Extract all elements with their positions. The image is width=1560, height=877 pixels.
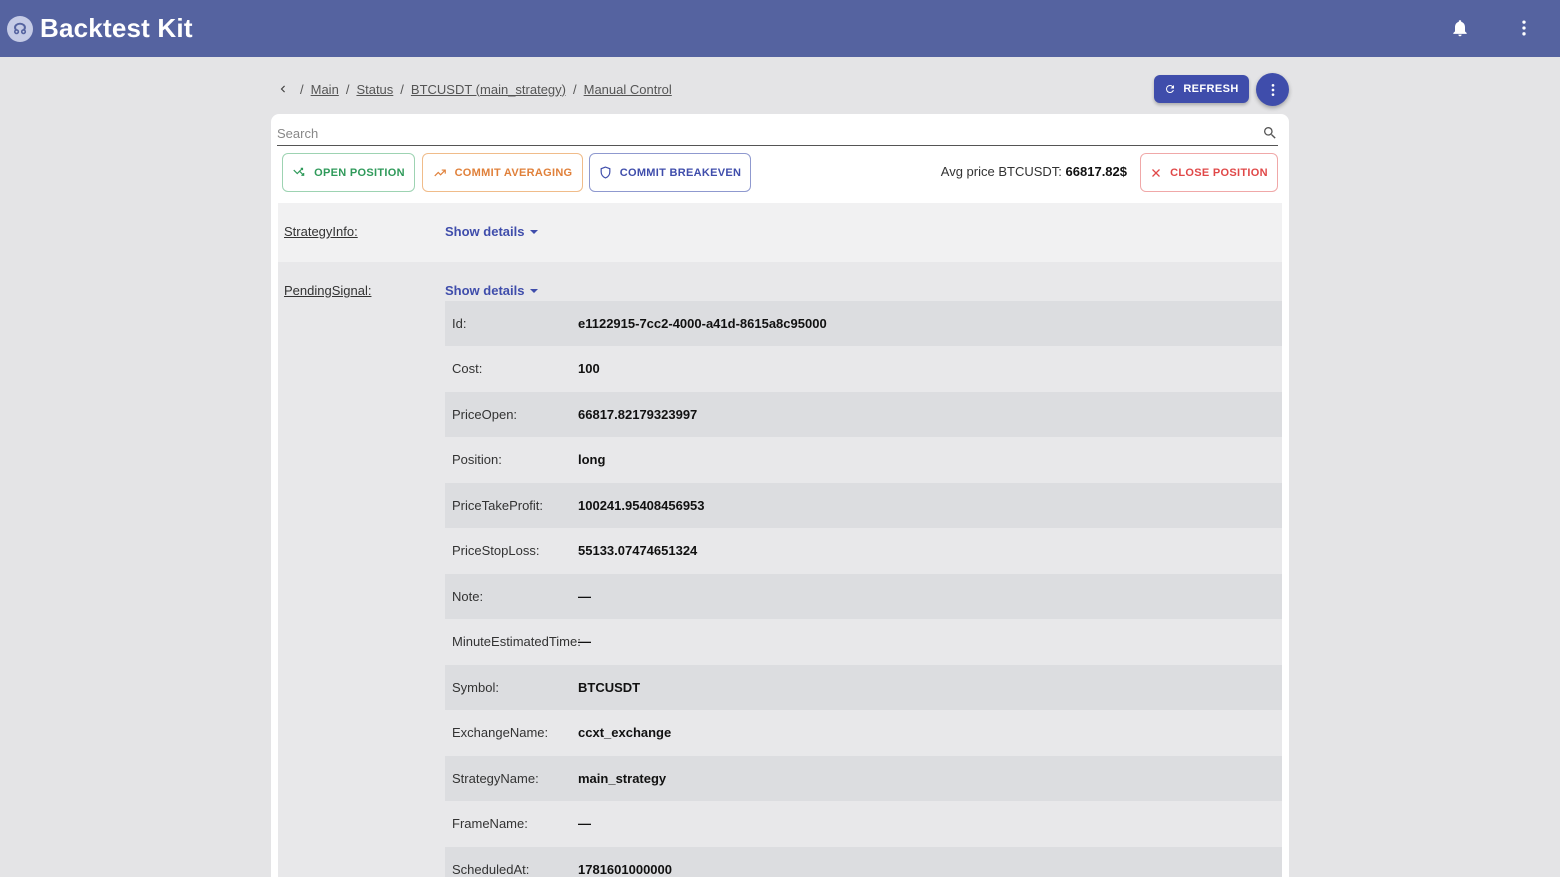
bell-icon[interactable] [1450,18,1470,38]
detail-value: e1122915-7cc2-4000-a41d-8615a8c95000 [578,316,827,331]
detail-key: ExchangeName: [452,725,549,740]
commit-averaging-button[interactable]: COMMIT AVERAGING [422,153,583,192]
breadcrumb-status[interactable]: Status [356,82,393,97]
detail-row-cost: Cost: 100 [445,346,1282,391]
detail-row-price-take-profit: PriceTakeProfit: 100241.95408456953 [445,483,1282,528]
breadcrumb-main[interactable]: Main [311,82,339,97]
detail-value: 100241.95408456953 [578,498,705,513]
breadcrumb-strategy[interactable]: BTCUSDT (main_strategy) [411,82,566,97]
open-position-label: OPEN POSITION [314,166,405,179]
breadcrumb-manual-control[interactable]: Manual Control [584,82,672,97]
caret-down-icon [530,229,539,234]
detail-key: FrameName: [452,816,528,831]
detail-key: ScheduledAt: [452,862,530,877]
avg-price-label: Avg price BTCUSDT: [940,164,1062,179]
search-input[interactable] [277,122,1237,144]
detail-row-id: Id: e1122915-7cc2-4000-a41d-8615a8c95000 [445,301,1282,346]
search-icon[interactable] [1262,125,1278,141]
strategy-info-section: StrategyInfo: Show details [278,203,1282,262]
pending-signal-label: PendingSignal: [284,283,372,298]
avg-price-value: 66817.82$ [1065,164,1127,179]
detail-key: Id: [452,316,467,331]
kebab-icon [1271,83,1274,96]
detail-value: — [578,816,591,831]
detail-key: PriceStopLoss: [452,543,540,558]
detail-value: main_strategy [578,771,667,786]
logo-icon: ☊ [7,15,33,42]
detail-key: PriceTakeProfit: [452,498,544,513]
pending-signal-section: PendingSignal: Show details Id: e1122915… [278,262,1282,877]
detail-value: — [578,634,591,649]
detail-row-price-stop-loss: PriceStopLoss: 55133.07474651324 [445,528,1282,573]
manual-control-card: OPEN POSITION COMMIT AVERAGING COMMIT BR… [271,114,1289,877]
detail-row-note: Note: — [445,574,1282,619]
shield-icon [600,166,611,179]
more-actions-button[interactable] [1256,73,1289,106]
close-position-button[interactable]: CLOSE POSITION [1140,153,1278,192]
avg-price: Avg price BTCUSDT: 66817.82$ [911,164,1127,179]
detail-row-frame-name: FrameName: — [445,801,1282,846]
chevron-left-icon[interactable] [276,82,290,96]
detail-value: 1781601000000 [578,862,672,877]
show-details-label: Show details [445,283,525,298]
detail-row-minute-estimated-time: MinuteEstimatedTime: — [445,619,1282,664]
detail-row-symbol: Symbol: BTCUSDT [445,665,1282,710]
commit-breakeven-label: COMMIT BREAKEVEN [619,166,742,179]
breadcrumb-separator: / [400,81,404,97]
detail-value: — [578,589,591,604]
detail-key: Symbol: [452,680,499,695]
close-icon [1152,168,1161,177]
pending-signal-show-details[interactable]: Show details [445,283,539,298]
caret-down-icon [530,288,539,293]
breadcrumb-separator: / [300,81,304,97]
refresh-label: REFRESH [1183,83,1239,95]
commit-breakeven-button[interactable]: COMMIT BREAKEVEN [589,153,751,192]
detail-value: long [578,452,606,467]
app-bar: ☊ Backtest Kit [0,0,1560,57]
detail-key: StrategyName: [452,771,539,786]
refresh-icon [1166,85,1175,93]
strategy-info-label: StrategyInfo: [284,224,358,239]
detail-key: MinuteEstimatedTime: [452,634,581,649]
trending-up-icon [433,169,446,176]
detail-key: Cost: [452,361,483,376]
kebab-icon[interactable] [1514,18,1534,38]
detail-row-exchange-name: ExchangeName: ccxt_exchange [445,710,1282,755]
detail-value: 66817.82179323997 [578,407,698,422]
detail-value: 55133.07474651324 [578,543,698,558]
breadcrumb-separator: / [573,81,577,97]
strategy-info-show-details[interactable]: Show details [445,224,539,239]
detail-row-scheduled-at: ScheduledAt: 1781601000000 [445,847,1282,877]
detail-key: PriceOpen: [452,407,518,422]
trend-split-icon [293,167,305,176]
detail-value: ccxt_exchange [578,725,672,740]
detail-value: BTCUSDT [578,680,641,695]
detail-key: Note: [452,589,484,604]
detail-value: 100 [578,361,600,376]
detail-row-price-open: PriceOpen: 66817.82179323997 [445,392,1282,437]
detail-row-position: Position: long [445,437,1282,482]
detail-key: Position: [452,452,502,467]
app-title: Backtest Kit [40,13,193,43]
close-position-label: CLOSE POSITION [1170,166,1268,179]
commit-averaging-label: COMMIT AVERAGING [454,166,573,179]
detail-row-strategy-name: StrategyName: main_strategy [445,756,1282,801]
open-position-button[interactable]: OPEN POSITION [282,153,415,192]
search-bar [277,122,1278,146]
refresh-button[interactable]: REFRESH [1154,75,1249,103]
show-details-label: Show details [445,224,525,239]
breadcrumb-separator: / [345,81,350,97]
breadcrumb: / Main / Status / BTCUSDT (main_strategy… [276,80,675,98]
